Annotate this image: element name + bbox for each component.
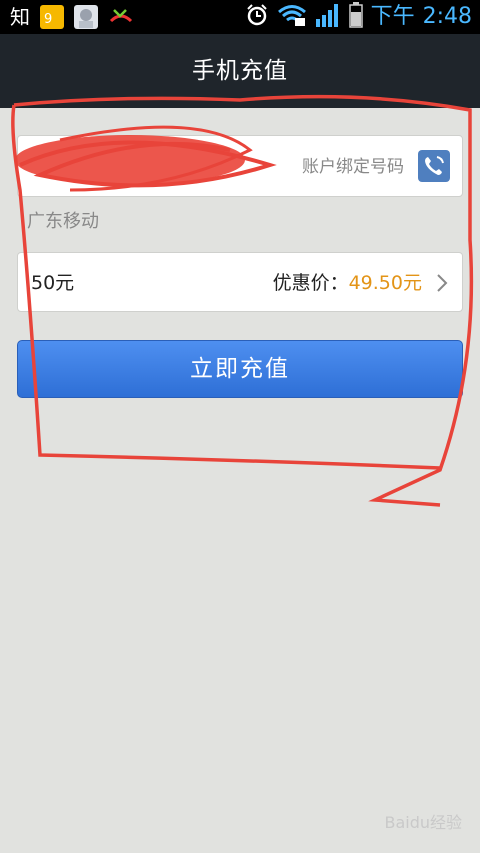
red-annotation bbox=[11, 94, 474, 507]
phone-number-field[interactable]: 账户绑定号码 bbox=[17, 135, 463, 197]
page-title: 手机充值 bbox=[192, 58, 288, 84]
amount-value: 50元 bbox=[31, 272, 75, 294]
status-right: 下午 2:48 bbox=[245, 2, 472, 32]
status-bar: 知 9 下午 2:48 bbox=[0, 0, 480, 34]
svg-text:9: 9 bbox=[44, 12, 52, 27]
alarm-icon bbox=[245, 3, 269, 31]
title-bar: 手机充值 bbox=[0, 34, 480, 108]
wifi-icon bbox=[277, 3, 307, 31]
discount-price-group: 优惠价：49.50元 bbox=[273, 253, 422, 313]
discount-label: 优惠价： bbox=[272, 272, 349, 294]
status-left: 知 9 bbox=[10, 4, 134, 30]
baidu-watermark: Baidu经验 bbox=[384, 813, 462, 832]
amount-selector[interactable]: 50元 优惠价：49.50元 bbox=[17, 252, 463, 312]
missed-call-icon bbox=[108, 5, 134, 29]
battery-icon bbox=[348, 2, 363, 32]
zhihu-notification-icon: 知 bbox=[10, 5, 30, 29]
status-ampm: 下午 bbox=[370, 4, 415, 29]
contact-phone-icon[interactable] bbox=[418, 150, 450, 182]
recharge-now-button[interactable]: 立即充值 bbox=[17, 340, 463, 398]
chevron-right-icon bbox=[434, 273, 450, 293]
avatar-notification-icon bbox=[74, 5, 98, 29]
status-time: 2:48 bbox=[422, 4, 472, 29]
app-notification-icon: 9 bbox=[40, 5, 64, 29]
discount-price: 49.50元 bbox=[348, 272, 422, 294]
carrier-label: 广东移动 bbox=[27, 211, 99, 232]
bound-number-label: 账户绑定号码 bbox=[302, 157, 404, 177]
signal-icon bbox=[315, 3, 341, 31]
phone-number-input[interactable] bbox=[28, 146, 292, 188]
